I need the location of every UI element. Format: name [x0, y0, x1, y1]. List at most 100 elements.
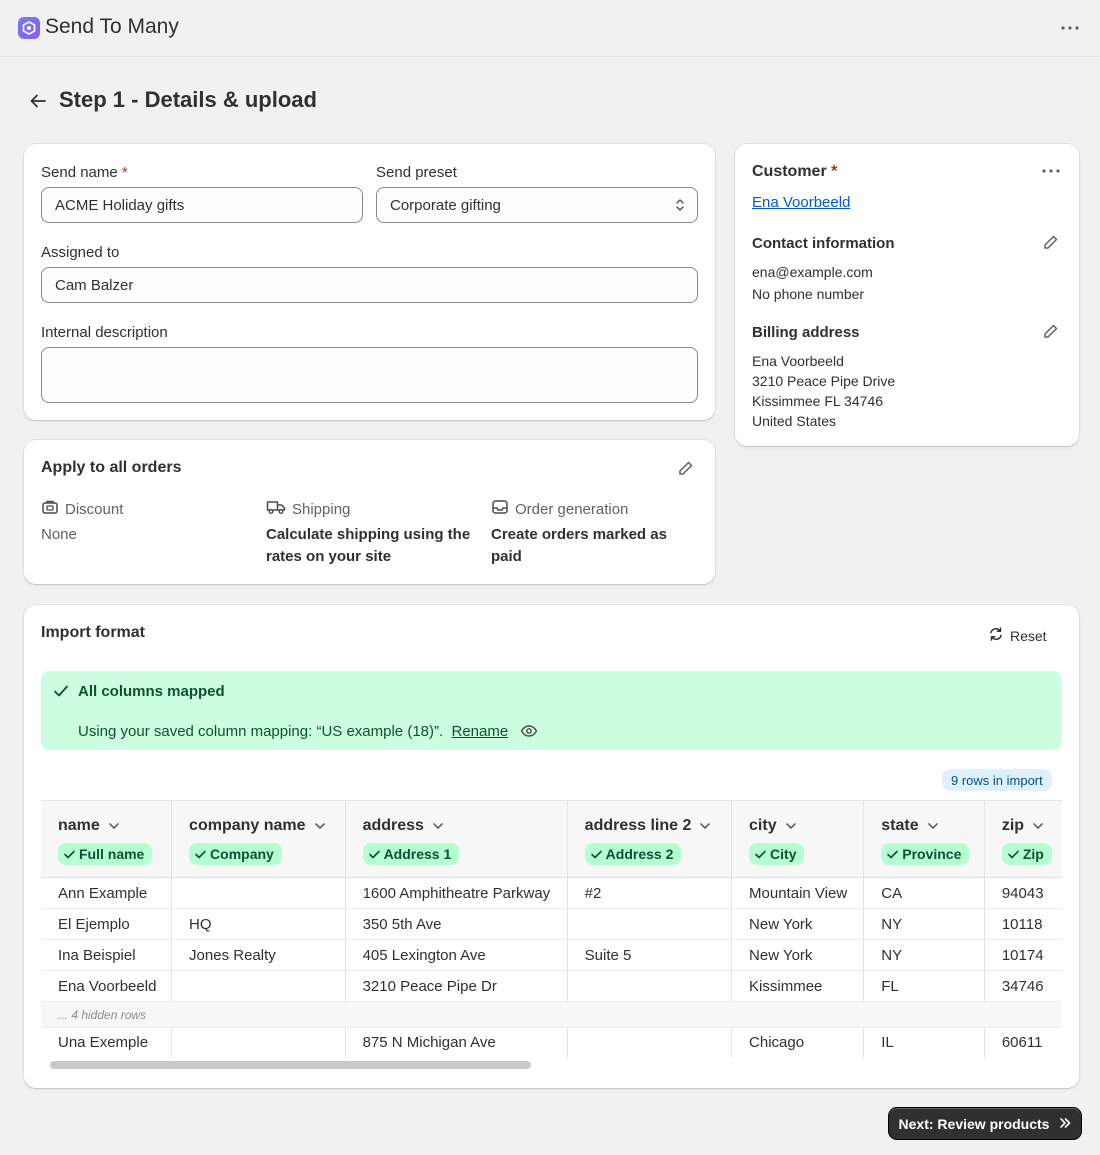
- shipping-value: Calculate shipping using the rates on yo…: [266, 526, 471, 565]
- check-icon: [755, 850, 766, 858]
- horizontal-scrollbar[interactable]: [50, 1061, 531, 1069]
- chevron-down-icon: [108, 823, 119, 830]
- table-cell: [171, 877, 346, 909]
- chevron-down-icon: [314, 823, 325, 830]
- edit-contact-pencil-icon[interactable]: [1041, 232, 1061, 252]
- page-title: Step 1 - Details & upload: [59, 87, 317, 112]
- column-header-address[interactable]: address Address 1: [345, 800, 568, 878]
- billing-line: United States: [752, 413, 837, 429]
- shipping-label: Shipping: [292, 500, 351, 518]
- send-name-value: ACME Holiday gifts: [55, 196, 185, 214]
- table-cell: #2: [567, 877, 733, 909]
- table-row: El Ejemplo HQ 350 5th Ave New York NY 10…: [41, 908, 1062, 940]
- discount-heading: Discount: [41, 499, 123, 519]
- mapped-tag-label: Zip: [1022, 846, 1044, 862]
- order-generation-value: Create orders marked as paid: [491, 526, 667, 565]
- check-icon: [887, 850, 899, 858]
- table-cell: Ena Voorbeeld: [41, 970, 173, 1002]
- banner-text: Using your saved column mapping: “US exa…: [78, 723, 538, 741]
- table-cell: Suite 5: [567, 939, 733, 971]
- edit-billing-pencil-icon[interactable]: [1041, 321, 1061, 341]
- reset-button[interactable]: Reset: [988, 626, 1047, 645]
- mapped-tag-label: Province: [902, 846, 962, 862]
- check-icon: [368, 850, 380, 858]
- reset-icon: [988, 626, 1004, 645]
- reset-label: Reset: [1010, 627, 1047, 644]
- app-logo-icon: [18, 17, 40, 39]
- back-arrow-icon[interactable]: [26, 89, 50, 113]
- double-chevron-right-icon: [1059, 1116, 1071, 1132]
- customer-phone: No phone number: [752, 286, 865, 302]
- column-header-label: city: [749, 817, 777, 834]
- column-header-address-line-2[interactable]: address line 2 Address 2: [567, 800, 733, 878]
- chevron-down-icon: [700, 823, 711, 830]
- table-cell: [567, 1027, 733, 1058]
- column-header-label: address: [362, 817, 424, 834]
- details-card: Send name * ACME Holiday gifts Send pres…: [24, 144, 715, 420]
- eye-icon[interactable]: [520, 724, 538, 741]
- edit-apply-all-pencil-icon[interactable]: [676, 458, 696, 478]
- hidden-rows-label: ... 4 hidden rows: [41, 1001, 1062, 1028]
- hidden-rows-indicator[interactable]: ... 4 hidden rows: [41, 1001, 1062, 1028]
- mapped-tag-label: Full name: [79, 846, 145, 862]
- table-cell: 3210 Peace Pipe Dr: [345, 970, 568, 1002]
- send-preset-select[interactable]: Corporate gifting: [376, 187, 698, 223]
- column-header-label: zip: [1001, 817, 1025, 834]
- table-cell: 1600 Amphitheatre Parkway: [345, 877, 568, 909]
- table-cell: El Ejemplo: [41, 908, 173, 940]
- check-icon: [64, 850, 75, 858]
- table-cell: Jones Realty: [171, 939, 346, 971]
- send-name-label: Send name *: [41, 164, 128, 181]
- more-horizontal-icon[interactable]: [1058, 16, 1082, 40]
- import-preview-table[interactable]: name Full name company name Company addres…: [41, 800, 1062, 1058]
- table-cell: 10118: [984, 908, 1062, 940]
- column-header-state[interactable]: state Province: [863, 800, 985, 878]
- table-cell: Una Exemple: [41, 1027, 173, 1058]
- customer-more-icon[interactable]: [1039, 159, 1063, 183]
- table-cell: HQ: [171, 908, 346, 940]
- mapped-tag-label: City: [770, 846, 797, 862]
- rename-link[interactable]: Rename: [452, 723, 509, 740]
- chevron-down-icon: [1033, 823, 1043, 830]
- table-cell: 94043: [984, 877, 1062, 909]
- assigned-to-input[interactable]: Cam Balzer: [41, 267, 698, 303]
- column-header-label: address line 2: [584, 817, 692, 834]
- apply-all-title: Apply to all orders: [41, 459, 182, 476]
- table-row: Ann Example 1600 Amphitheatre Parkway #2…: [41, 877, 1062, 909]
- column-header-company-name[interactable]: company name Company: [171, 800, 346, 878]
- apply-all-orders-card: Apply to all orders Discount None Shippi…: [24, 440, 715, 584]
- customer-title: Customer *: [752, 163, 838, 180]
- table-cell: [567, 908, 733, 940]
- send-preset-value: Corporate gifting: [390, 196, 501, 214]
- next-button-label: Next: Review products: [898, 1115, 1050, 1132]
- table-cell: 405 Lexington Ave: [345, 939, 568, 971]
- table-cell: Ann Example: [41, 877, 173, 909]
- next-review-products-button[interactable]: Next: Review products: [889, 1108, 1081, 1139]
- select-arrows-icon: [675, 197, 685, 217]
- table-row: Una Exemple 875 N Michigan Ave Chicago I…: [41, 1027, 1062, 1058]
- send-name-input[interactable]: ACME Holiday gifts: [41, 187, 363, 223]
- assigned-to-label: Assigned to: [41, 244, 120, 261]
- column-header-name[interactable]: name Full name: [41, 800, 173, 878]
- chevron-down-icon: [927, 823, 938, 830]
- billing-line: Kissimmee FL 34746: [752, 393, 883, 409]
- table-cell: New York: [731, 908, 865, 940]
- order-generation-label: Order generation: [515, 500, 629, 518]
- table-cell: Kissimmee: [731, 970, 865, 1002]
- table-cell: FL: [863, 970, 985, 1002]
- mapped-tag-label: Company: [210, 846, 274, 862]
- mapped-tag: Address 1: [362, 843, 460, 865]
- chevron-down-icon: [785, 823, 796, 830]
- banner-title: All columns mapped: [78, 683, 225, 700]
- column-header-label: company name: [189, 817, 306, 834]
- mapped-tag-label: Address 2: [605, 846, 674, 862]
- column-header-city[interactable]: city City: [731, 800, 865, 878]
- internal-description-textarea[interactable]: [41, 347, 698, 403]
- app-title: Send To Many: [45, 15, 179, 38]
- table-cell: 350 5th Ave: [345, 908, 568, 940]
- table-row: Ina Beispiel Jones Realty 405 Lexington …: [41, 939, 1062, 971]
- column-header-zip[interactable]: zip Zip: [984, 800, 1062, 878]
- customer-name-link[interactable]: Ena Voorbeeld: [752, 194, 850, 211]
- table-cell: New York: [731, 939, 865, 971]
- banner-message: Using your saved column mapping: “US exa…: [78, 723, 444, 740]
